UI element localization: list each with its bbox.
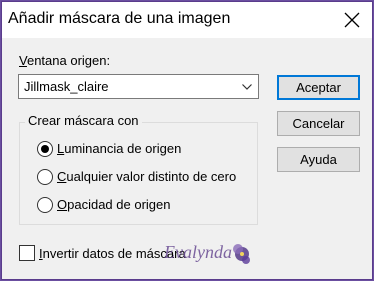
radio-nonzero-label: Cualquier valor distinto de cero xyxy=(57,169,237,184)
invert-mask-checkbox[interactable] xyxy=(19,245,35,261)
help-button[interactable]: Ayuda xyxy=(277,147,360,172)
radio-button[interactable] xyxy=(37,197,53,213)
svg-text:Evalynda: Evalynda xyxy=(163,242,232,262)
mask-source-group-legend: Crear máscara con xyxy=(25,113,142,128)
radio-luminance-label: Luminancia de origen xyxy=(57,141,182,156)
radio-opacity-label: Opacidad de origen xyxy=(57,197,171,212)
window-title: Añadir máscara de una imagen xyxy=(8,10,231,27)
title-bar: Añadir máscara de una imagen xyxy=(2,2,372,38)
source-window-label-text: Ventana origen: xyxy=(19,53,111,68)
watermark-logo: Evalynda xyxy=(163,242,250,264)
source-window-value: Jillmask_claire xyxy=(24,79,109,94)
accept-button[interactable]: Aceptar xyxy=(277,75,360,100)
radio-button[interactable] xyxy=(37,141,53,157)
cancel-button[interactable]: Cancelar xyxy=(277,111,360,136)
dialog-window: Añadir máscara de una imagen Ventana ori… xyxy=(1,1,373,280)
radio-button[interactable] xyxy=(37,169,53,185)
source-window-label: Ventana origen: xyxy=(19,53,110,68)
source-window-dropdown[interactable]: Jillmask_claire xyxy=(18,74,259,99)
close-icon xyxy=(344,12,360,28)
close-button[interactable] xyxy=(332,2,372,38)
chevron-down-icon xyxy=(242,84,252,90)
radio-selected-dot xyxy=(41,145,49,153)
